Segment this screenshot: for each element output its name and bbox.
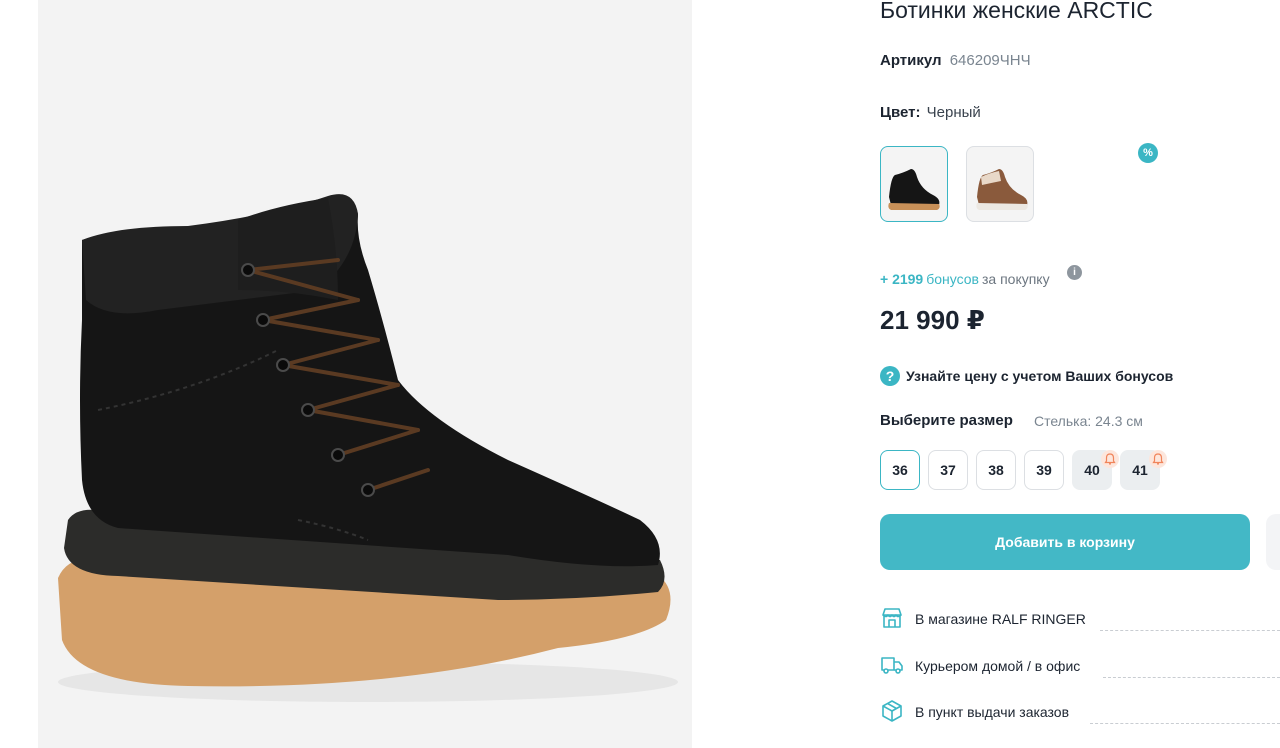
sku-row: Артикул 646209ЧНЧ [880, 52, 1031, 69]
sale-badge: % [1138, 143, 1158, 163]
product-info-panel: Ботинки женские ARCTIC Артикул 646209ЧНЧ… [880, 0, 1280, 748]
color-label: Цвет: [880, 104, 921, 121]
color-swatch-black[interactable] [880, 146, 948, 222]
color-swatch-brown[interactable] [966, 146, 1034, 222]
product-title: Ботинки женские ARCTIC [880, 0, 1153, 23]
color-row: Цвет: Черный [880, 104, 981, 121]
sku-label: Артикул [880, 52, 942, 69]
boot-photo [58, 194, 678, 702]
brown-boot-thumbnail [976, 169, 1028, 210]
color-value: Черный [926, 104, 981, 121]
product-gallery[interactable] [38, 0, 692, 748]
sku-value: 646209ЧНЧ [949, 52, 1031, 69]
black-boot-thumbnail [888, 169, 940, 210]
